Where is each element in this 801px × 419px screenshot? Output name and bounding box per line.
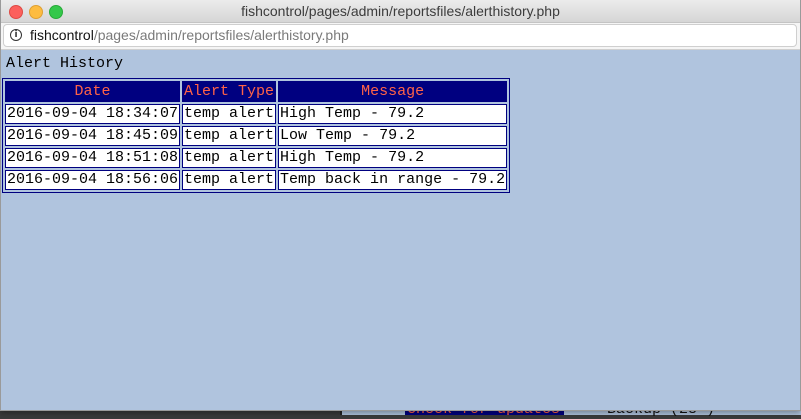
- alert-history-table: Date Alert Type Message 2016-09-04 18:34…: [2, 78, 511, 193]
- table-row: 2016-09-04 18:51:08 temp alert High Temp…: [5, 148, 508, 168]
- table-row: 2016-09-04 18:34:07 temp alert High Temp…: [5, 104, 508, 124]
- page-title: Alert History: [6, 55, 124, 72]
- cell-alert-type: temp alert: [182, 148, 277, 168]
- column-header-date: Date: [5, 81, 181, 102]
- cell-alert-type: temp alert: [182, 104, 277, 124]
- cell-message: High Temp - 79.2: [278, 148, 508, 168]
- cell-date: 2016-09-04 18:45:09: [5, 126, 181, 146]
- window-title: fishcontrol/pages/admin/reportsfiles/ale…: [241, 3, 560, 19]
- address-bar: i fishcontrol/pages/admin/reportsfiles/a…: [1, 23, 800, 50]
- page-content: Alert History Date Alert Type Message 20…: [1, 50, 800, 410]
- cell-date: 2016-09-04 18:56:06: [5, 170, 181, 190]
- browser-window: fishcontrol/pages/admin/reportsfiles/ale…: [0, 0, 801, 411]
- url-field[interactable]: i fishcontrol/pages/admin/reportsfiles/a…: [3, 24, 797, 47]
- url-text[interactable]: fishcontrol/pages/admin/reportsfiles/ale…: [30, 25, 349, 46]
- cell-message: Temp back in range - 79.2: [278, 170, 508, 190]
- url-host: fishcontrol: [30, 27, 94, 43]
- table-row: 2016-09-04 18:45:09 temp alert Low Temp …: [5, 126, 508, 146]
- cell-alert-type: temp alert: [182, 170, 277, 190]
- cell-alert-type: temp alert: [182, 126, 277, 146]
- info-icon[interactable]: i: [10, 29, 22, 41]
- cell-message: High Temp - 79.2: [278, 104, 508, 124]
- column-header-message: Message: [278, 81, 508, 102]
- cell-message: Low Temp - 79.2: [278, 126, 508, 146]
- title-bar[interactable]: fishcontrol/pages/admin/reportsfiles/ale…: [1, 0, 800, 23]
- table-row: 2016-09-04 18:56:06 temp alert Temp back…: [5, 170, 508, 190]
- table-header-row: Date Alert Type Message: [5, 81, 508, 102]
- cell-date: 2016-09-04 18:34:07: [5, 104, 181, 124]
- cell-date: 2016-09-04 18:51:08: [5, 148, 181, 168]
- column-header-alert-type: Alert Type: [182, 81, 277, 102]
- url-path: /pages/admin/reportsfiles/alerthistory.p…: [93, 27, 349, 43]
